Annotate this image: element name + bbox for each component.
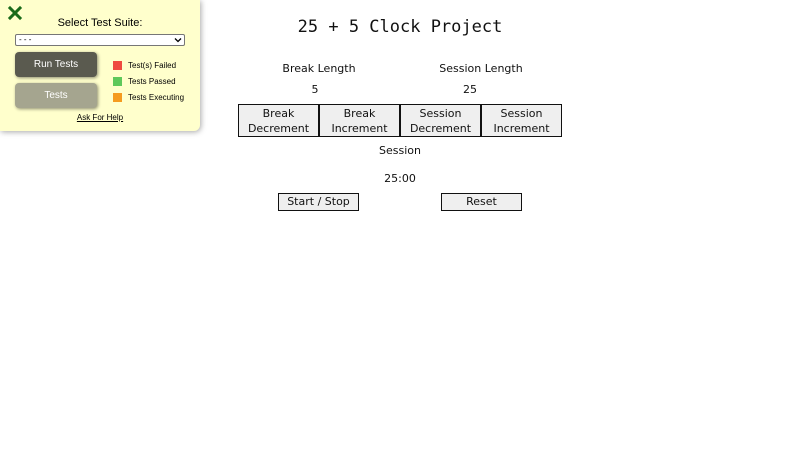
session-increment-label-line2: Increment [493,122,550,135]
time-left-display: 25:00 [384,172,416,185]
break-decrement-label-line1: Break [262,107,295,120]
session-increment-label-line1: Session [500,107,543,120]
legend-swatch-failed [113,60,122,70]
break-decrement-label-line2: Decrement [247,122,310,135]
session-decrement-label-line1: Session [419,107,462,120]
reset-button[interactable]: Reset [441,193,522,211]
session-label: Session Length [439,62,523,75]
session-length-value: 25 [463,83,477,96]
break-decrement-button[interactable]: Break Decrement [238,104,319,137]
session-increment-button[interactable]: Session Increment [481,104,562,137]
break-label: Break Length [282,62,356,75]
chevron-down-icon [174,38,182,43]
legend-item-failed: Test(s) Failed [113,57,184,73]
legend-swatch-passed [113,76,122,86]
page-title: 25 + 5 Clock Project [297,17,503,37]
legend-item-executing: Tests Executing [113,89,184,105]
break-length-value: 5 [311,83,319,96]
legend-item-passed: Tests Passed [113,73,184,89]
page: Select Test Suite: - - - Run Tests Tests… [0,0,800,450]
break-increment-button[interactable]: Break Increment [319,104,400,137]
session-decrement-label-line2: Decrement [409,122,472,135]
legend-label-failed: Test(s) Failed [128,60,177,70]
legend-label-executing: Tests Executing [128,92,185,102]
legend-label-passed: Tests Passed [128,76,176,86]
run-tests-button[interactable]: Run Tests [15,52,97,77]
break-increment-label-line2: Increment [331,122,388,135]
start-stop-button[interactable]: Start / Stop [278,193,359,211]
timer-label: Session [379,144,421,157]
session-decrement-button[interactable]: Session Decrement [400,104,481,137]
break-increment-label-line1: Break [343,107,376,120]
legend-swatch-executing [113,92,122,102]
ask-for-help-link[interactable]: Ask For Help [0,113,200,122]
test-status-legend: Test(s) Failed Tests Passed Tests Execut… [113,57,184,105]
tests-button[interactable]: Tests [15,83,97,108]
